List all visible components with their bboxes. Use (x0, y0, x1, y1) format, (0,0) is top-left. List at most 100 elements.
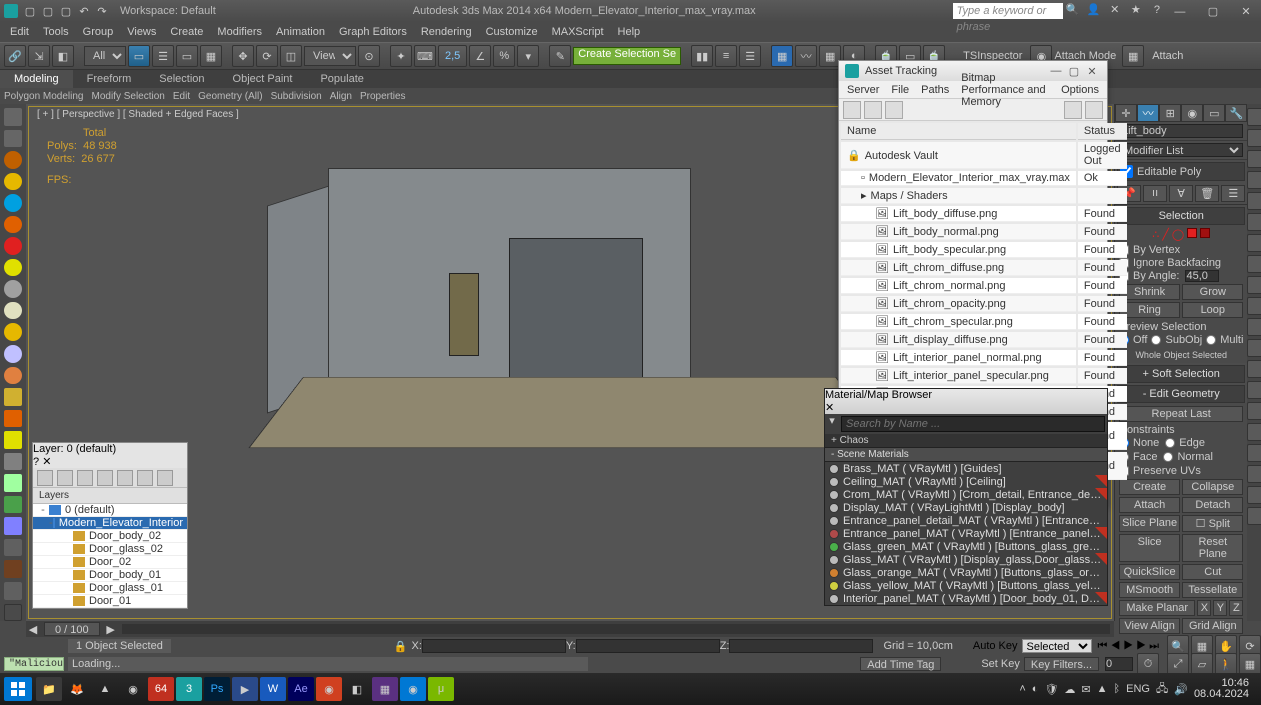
taskbar-edge-icon[interactable]: ◉ (400, 677, 426, 701)
lt-item-icon[interactable] (4, 474, 22, 492)
extra-icon[interactable] (1247, 234, 1261, 252)
named-sel-edit-icon[interactable]: ✎ (549, 45, 571, 67)
key-mode-dropdown[interactable]: Selected (1022, 639, 1092, 653)
menu-modifiers[interactable]: Modifiers (217, 26, 262, 38)
fov-icon[interactable]: ▱ (1191, 653, 1213, 675)
manipulate-icon[interactable]: ✦ (390, 45, 412, 67)
signin-icon[interactable]: 👤 (1086, 3, 1102, 19)
extra-icon[interactable] (1247, 360, 1261, 378)
lt-item-icon[interactable] (4, 259, 22, 277)
search-go-icon[interactable]: 🔍 (1065, 3, 1081, 19)
asset-row[interactable]: 🖼Lift_body_normal.pngFound (841, 224, 1127, 240)
extra-icon[interactable] (1247, 213, 1261, 231)
cut-button[interactable]: Cut (1182, 564, 1243, 580)
ribbon-panel-label[interactable]: Geometry (All) (198, 91, 262, 102)
material-item[interactable]: Glass_orange_MAT ( VRayMtl ) [Buttons_gl… (825, 566, 1107, 579)
lt-item-icon[interactable] (4, 410, 22, 428)
lt-item-icon[interactable] (4, 280, 22, 298)
planar-x-button[interactable]: X (1197, 600, 1211, 616)
asset-row[interactable]: 🖼Lift_body_specular.pngFound (841, 242, 1127, 258)
asset-row[interactable]: ▸Maps / Shaders (841, 188, 1127, 204)
named-selection-dropdown[interactable]: Create Selection Se (573, 47, 681, 65)
asset-row[interactable]: 🖼Lift_chrom_opacity.pngFound (841, 296, 1127, 312)
layer-row[interactable]: Door_body_01 (33, 569, 187, 582)
preserve-uvs-checkbox[interactable]: Preserve UVs (1119, 465, 1243, 477)
close-button[interactable]: ✕ (1231, 5, 1261, 18)
vertex-subobj-icon[interactable]: ∴ (1152, 228, 1159, 241)
ribbon-tab-populate[interactable]: Populate (306, 70, 377, 88)
rotate-icon[interactable]: ⟳ (256, 45, 278, 67)
ribbon-panel-label[interactable]: Polygon Modeling (4, 91, 84, 102)
extra-icon[interactable] (1247, 129, 1261, 147)
workspace-dropdown[interactable]: Workspace: Default (120, 5, 216, 17)
display-tab-icon[interactable]: ▭ (1203, 104, 1225, 122)
minimize-button[interactable]: — (1165, 6, 1195, 18)
border-subobj-icon[interactable]: ◯ (1172, 228, 1184, 241)
next-frame-icon[interactable]: ▶ (1136, 640, 1146, 652)
extra-icon[interactable] (1247, 486, 1261, 504)
close-button[interactable]: ✕ (42, 456, 51, 468)
selection-filter-dropdown[interactable]: All (84, 46, 126, 66)
qat-redo-icon[interactable]: ↷ (94, 3, 110, 19)
windows-taskbar[interactable]: 📁 🦊 ▲ ◉ 64 3 Ps ▶ W Ae ◉ ◧ ▦ ◉ μ ˄ ◐ 🛡 ☁… (0, 673, 1261, 705)
modifier-stack[interactable]: Editable Poly (1117, 162, 1245, 181)
menu-rendering[interactable]: Rendering (421, 26, 472, 38)
layer-row[interactable]: Door_glass_02 (33, 543, 187, 556)
modify-tab-icon[interactable]: 〰 (1137, 104, 1159, 122)
walk-icon[interactable]: 🚶 (1215, 653, 1237, 675)
extra-icon[interactable] (1247, 423, 1261, 441)
angle-snap-icon[interactable]: ∠ (469, 45, 491, 67)
lt-item-icon[interactable] (4, 517, 22, 535)
prev-key-icon[interactable]: ◀ (26, 623, 40, 636)
next-key-icon[interactable]: ▶ (104, 623, 118, 636)
taskbar-ae-icon[interactable]: Ae (288, 677, 314, 701)
maximize-button[interactable]: ▢ (1065, 65, 1083, 78)
material-item[interactable]: Interior_panel_MAT ( VRayMtl ) [Door_bod… (825, 592, 1107, 605)
view-align-button[interactable]: View Align (1119, 618, 1180, 634)
at-tool-icon[interactable] (885, 101, 903, 119)
start-button[interactable] (4, 677, 32, 701)
goto-start-icon[interactable]: ⏮ (1098, 640, 1108, 652)
lt-item-icon[interactable] (4, 496, 22, 514)
lt-item-icon[interactable] (4, 237, 22, 255)
help-icon[interactable]: ? (1149, 4, 1165, 20)
options-menu-icon[interactable]: ▾ (825, 414, 839, 434)
time-slider[interactable]: ◀ 0 / 100 ▶ (26, 621, 1114, 637)
close-button[interactable]: ✕ (825, 402, 834, 414)
menu-tools[interactable]: Tools (43, 26, 69, 38)
chaos-category[interactable]: + Chaos (825, 434, 1107, 448)
lt-item-icon[interactable] (4, 431, 22, 449)
taskbar-photoshop-icon[interactable]: Ps (204, 677, 230, 701)
object-name-input[interactable] (1119, 124, 1243, 138)
auto-key-button[interactable]: Auto Key (973, 640, 1018, 652)
percent-snap-icon[interactable]: % (493, 45, 515, 67)
asset-row[interactable]: 🖼Lift_body_diffuse.pngFound (841, 206, 1127, 222)
soft-selection-rollout-header[interactable]: + Soft Selection (1117, 365, 1245, 383)
ribbon-tab-freeform[interactable]: Freeform (73, 70, 146, 88)
maxscript-listener[interactable]: "Malicious s (4, 657, 64, 671)
lt-item-icon[interactable] (4, 453, 22, 471)
qat-undo-icon[interactable]: ↶ (76, 3, 92, 19)
ref-coord-dropdown[interactable]: View (304, 46, 356, 66)
lt-item-icon[interactable] (4, 367, 22, 385)
max-toggle-icon[interactable]: ▦ (1239, 653, 1261, 675)
constraint-edge-radio[interactable]: Edge (1165, 437, 1205, 449)
modifier-list-dropdown[interactable]: Modifier List (1119, 143, 1243, 157)
menu-maxscript[interactable]: MAXScript (552, 26, 604, 38)
coord-z-input[interactable] (729, 639, 873, 653)
at-menu-file[interactable]: File (891, 84, 909, 96)
reset-plane-button[interactable]: Reset Plane (1182, 534, 1243, 562)
material-search-input[interactable] (841, 416, 1105, 432)
taskbar-aida-icon[interactable]: 64 (148, 677, 174, 701)
layer-row[interactable]: -Modern_Elevator_Interior (33, 517, 187, 530)
asset-row[interactable]: 🖼Lift_interior_panel_specular.pngFound (841, 368, 1127, 384)
maximize-button[interactable]: ▢ (1198, 5, 1228, 18)
motion-tab-icon[interactable]: ◉ (1181, 104, 1203, 122)
material-item[interactable]: Glass_MAT ( VRayMtl ) [Display_glass,Doo… (825, 553, 1107, 566)
quickslice-button[interactable]: QuickSlice (1119, 564, 1180, 580)
at-tool-icon[interactable] (1064, 101, 1082, 119)
edit-geometry-rollout-header[interactable]: - Edit Geometry (1117, 385, 1245, 403)
menu-edit[interactable]: Edit (10, 26, 29, 38)
tray-lang-label[interactable]: ENG (1126, 683, 1150, 695)
taskbar-app-icon[interactable]: ▦ (372, 677, 398, 701)
